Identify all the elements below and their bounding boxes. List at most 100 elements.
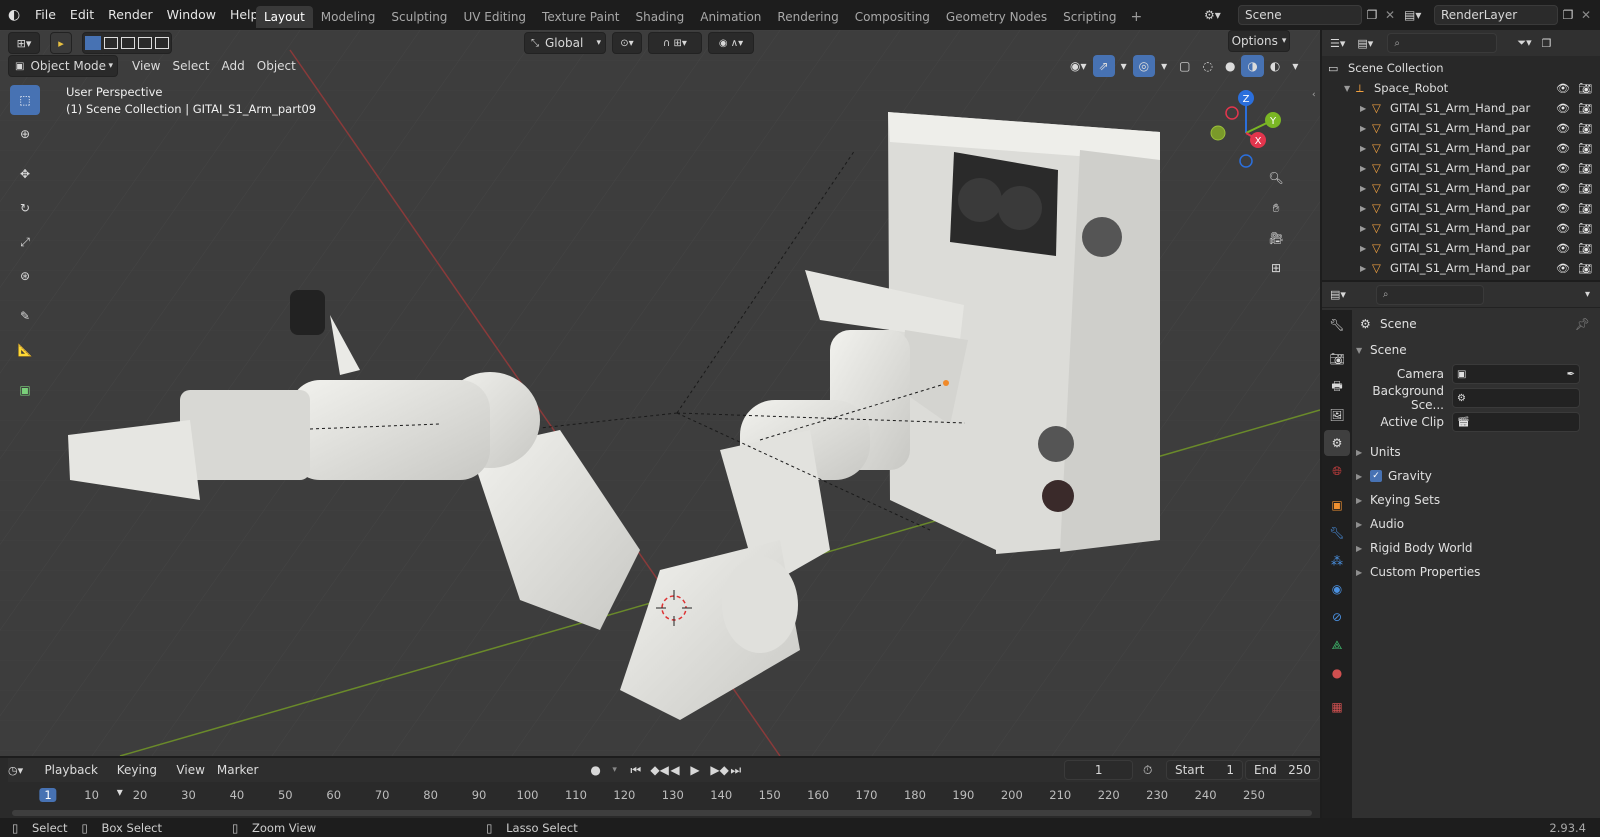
close-view-layer-icon[interactable]: ✕ — [1578, 8, 1594, 22]
3d-viewport[interactable]: ⊞▾ ▸ ⤡ Global ▾ ⊙▾ ∩ ⊞▾ ◉ ∧▾ Options ▾ ▣… — [0, 30, 1320, 756]
eye-icon[interactable]: 👁︎ — [1556, 122, 1570, 135]
properties-editor-icon[interactable]: ▤▾ — [1330, 288, 1346, 301]
visibility-icon[interactable]: ◉▾ — [1064, 55, 1093, 77]
timeline-menu-keying[interactable]: Keying ▾ — [111, 759, 171, 799]
record-icon[interactable]: ● — [590, 763, 612, 777]
viewport-menu-view[interactable]: View — [126, 55, 166, 77]
outliner-scene-collection[interactable]: ▭ Scene Collection — [1322, 58, 1600, 78]
solid-shading-icon[interactable]: ● — [1219, 55, 1241, 77]
add-workspace-icon[interactable]: + — [1131, 9, 1143, 25]
jump-end-icon[interactable]: ⏭ — [730, 763, 750, 778]
current-frame-marker[interactable]: 1 — [39, 788, 57, 802]
tab-layout[interactable]: Layout — [256, 6, 313, 28]
menu-file[interactable]: File — [28, 4, 63, 26]
camera-render-icon[interactable]: 📷︎ — [1578, 82, 1592, 95]
outliner-object-row[interactable]: ▶ ▽ GITAI_S1_Arm_Hand_par 👁︎ 📷︎ — [1322, 158, 1600, 178]
duplicate-scene-icon[interactable]: ❐ — [1362, 8, 1382, 22]
xray-toggle-icon[interactable]: ▢ — [1173, 55, 1196, 77]
expand-triangle-icon[interactable]: ▶ — [1360, 244, 1372, 253]
eye-icon[interactable]: 👁︎ — [1556, 262, 1570, 275]
play-icon[interactable]: ▶ — [690, 763, 710, 777]
outliner-object-row[interactable]: ▶ ▽ GITAI_S1_Arm_Hand_par 👁︎ 📷︎ — [1322, 218, 1600, 238]
tab-particles[interactable]: ⁂ — [1324, 548, 1350, 574]
expand-triangle-icon[interactable]: ▶ — [1360, 164, 1372, 173]
eye-icon[interactable]: 👁︎ — [1556, 162, 1570, 175]
navigation-gizmo[interactable]: Z Y X — [1206, 88, 1286, 168]
eye-icon[interactable]: 👁︎ — [1556, 182, 1570, 195]
mode-dropdown[interactable]: ▣ Object Mode ▾ — [8, 55, 118, 77]
gizmo-neg-x-icon[interactable] — [1225, 106, 1239, 120]
camera-render-icon[interactable]: 📷︎ — [1578, 222, 1592, 235]
timeline-menu-view[interactable]: View — [170, 759, 210, 781]
camera-render-icon[interactable]: 📷︎ — [1578, 242, 1592, 255]
ortho-toggle-button[interactable]: ⊞ — [1262, 254, 1290, 282]
gravity-panel[interactable]: ▶ ✓ Gravity — [1356, 464, 1596, 488]
eyedropper-icon[interactable]: ✒ — [1567, 369, 1575, 380]
tab-physics[interactable]: ◉ — [1324, 576, 1350, 602]
view-layer-icon[interactable]: ▤▾ — [1404, 8, 1434, 22]
camera-render-icon[interactable]: 📷︎ — [1578, 262, 1592, 275]
scale-tool[interactable]: ⤢ — [10, 227, 40, 257]
outliner-object-row[interactable]: ▶ ▽ GITAI_S1_Arm_Hand_par 👁︎ 📷︎ — [1322, 178, 1600, 198]
mode-intersect-icon[interactable] — [155, 37, 170, 49]
tab-texture[interactable]: ▦ — [1324, 694, 1350, 720]
overlay-toggle-icon[interactable]: ◎ — [1132, 55, 1156, 77]
eye-icon[interactable]: 👁︎ — [1556, 242, 1570, 255]
mode-extend-icon[interactable] — [103, 37, 118, 49]
tab-tool[interactable]: 🔧︎ — [1324, 312, 1350, 338]
outliner-object-row[interactable]: ▶ ▽ GITAI_S1_Arm_Hand_par 👁︎ 📷︎ — [1322, 118, 1600, 138]
viewport-menu-add[interactable]: Add — [216, 55, 251, 77]
display-mode-icon[interactable]: ▤▾ — [1357, 37, 1373, 50]
proportional-edit-button[interactable]: ◉ ∧▾ — [708, 32, 754, 54]
prev-keyframe-icon[interactable]: ◆◀ — [650, 763, 670, 777]
camera-render-icon[interactable]: 📷︎ — [1578, 182, 1592, 195]
keying-sets-panel[interactable]: ▶ Keying Sets — [1356, 488, 1596, 512]
pivot-point-button[interactable]: ⊙▾ — [612, 32, 642, 54]
rigid-body-world-panel[interactable]: ▶ Rigid Body World — [1356, 536, 1596, 560]
scene-section-header[interactable]: ▼ Scene — [1356, 338, 1596, 362]
cursor-tool[interactable]: ⊕ — [10, 119, 40, 149]
tab-world[interactable]: 🌐︎ — [1324, 458, 1350, 484]
gizmo-dropdown-icon[interactable]: ▾ — [1115, 55, 1133, 77]
viewport-menu-select[interactable]: Select — [166, 55, 215, 77]
scene-field[interactable]: Scene — [1238, 5, 1362, 25]
zoom-button[interactable]: 🔍︎ — [1262, 164, 1290, 192]
material-shading-icon[interactable]: ◑ — [1241, 55, 1264, 77]
tab-uv-editing[interactable]: UV Editing — [455, 6, 534, 28]
rotate-tool[interactable]: ↻ — [10, 193, 40, 223]
tab-material[interactable]: ● — [1324, 660, 1350, 686]
wireframe-shading-icon[interactable]: ◌ — [1196, 55, 1218, 77]
timeline-menu-playback[interactable]: Playback ▾ — [38, 759, 110, 799]
active-clip-field[interactable]: 🎬︎ — [1452, 412, 1580, 432]
tab-data[interactable]: ⟁ — [1324, 632, 1350, 658]
select-tool-button[interactable]: ▸ — [50, 32, 72, 54]
timeline-menu-marker[interactable]: Marker — [211, 759, 264, 781]
tab-animation[interactable]: Animation — [692, 6, 769, 28]
expand-triangle-icon[interactable]: ▶ — [1360, 204, 1372, 213]
camera-view-button[interactable]: 🎥︎ — [1262, 224, 1290, 252]
move-tool[interactable]: ✥ — [10, 159, 40, 189]
background-scene-field[interactable]: ⚙ — [1452, 388, 1580, 408]
tab-geometry-nodes[interactable]: Geometry Nodes — [938, 6, 1055, 28]
duplicate-view-layer-icon[interactable]: ❐ — [1558, 8, 1578, 22]
expand-triangle-icon[interactable]: ▶ — [1360, 144, 1372, 153]
tab-modeling[interactable]: Modeling — [313, 6, 384, 28]
expand-triangle-icon[interactable]: ▶ — [1360, 264, 1372, 273]
outliner-object-row[interactable]: ▶ ▽ GITAI_S1_Arm_Hand_par 👁︎ 📷︎ — [1322, 198, 1600, 218]
outliner-collection-row[interactable]: ▼ ⟂ Space_Robot 👁︎ 📷︎ — [1322, 78, 1600, 98]
tab-rendering[interactable]: Rendering — [769, 6, 846, 28]
tab-scripting[interactable]: Scripting — [1055, 6, 1124, 28]
mode-subtract-icon[interactable] — [120, 37, 135, 49]
audio-panel[interactable]: ▶ Audio — [1356, 512, 1596, 536]
tab-compositing[interactable]: Compositing — [847, 6, 938, 28]
snap-button[interactable]: ∩ ⊞▾ — [648, 32, 702, 54]
orientation-dropdown[interactable]: ⤡ Global ▾ — [524, 32, 606, 54]
shading-dropdown-icon[interactable]: ▾ — [1286, 55, 1304, 77]
camera-render-icon[interactable]: 📷︎ — [1578, 162, 1592, 175]
annotate-tool[interactable]: ✎ — [10, 301, 40, 331]
expand-triangle-icon[interactable]: ▶ — [1360, 124, 1372, 133]
tab-view-layer[interactable]: 🖼︎ — [1324, 402, 1350, 428]
tab-texture-paint[interactable]: Texture Paint — [534, 6, 627, 28]
tab-shading[interactable]: Shading — [627, 6, 692, 28]
mode-invert-icon[interactable] — [138, 37, 153, 49]
